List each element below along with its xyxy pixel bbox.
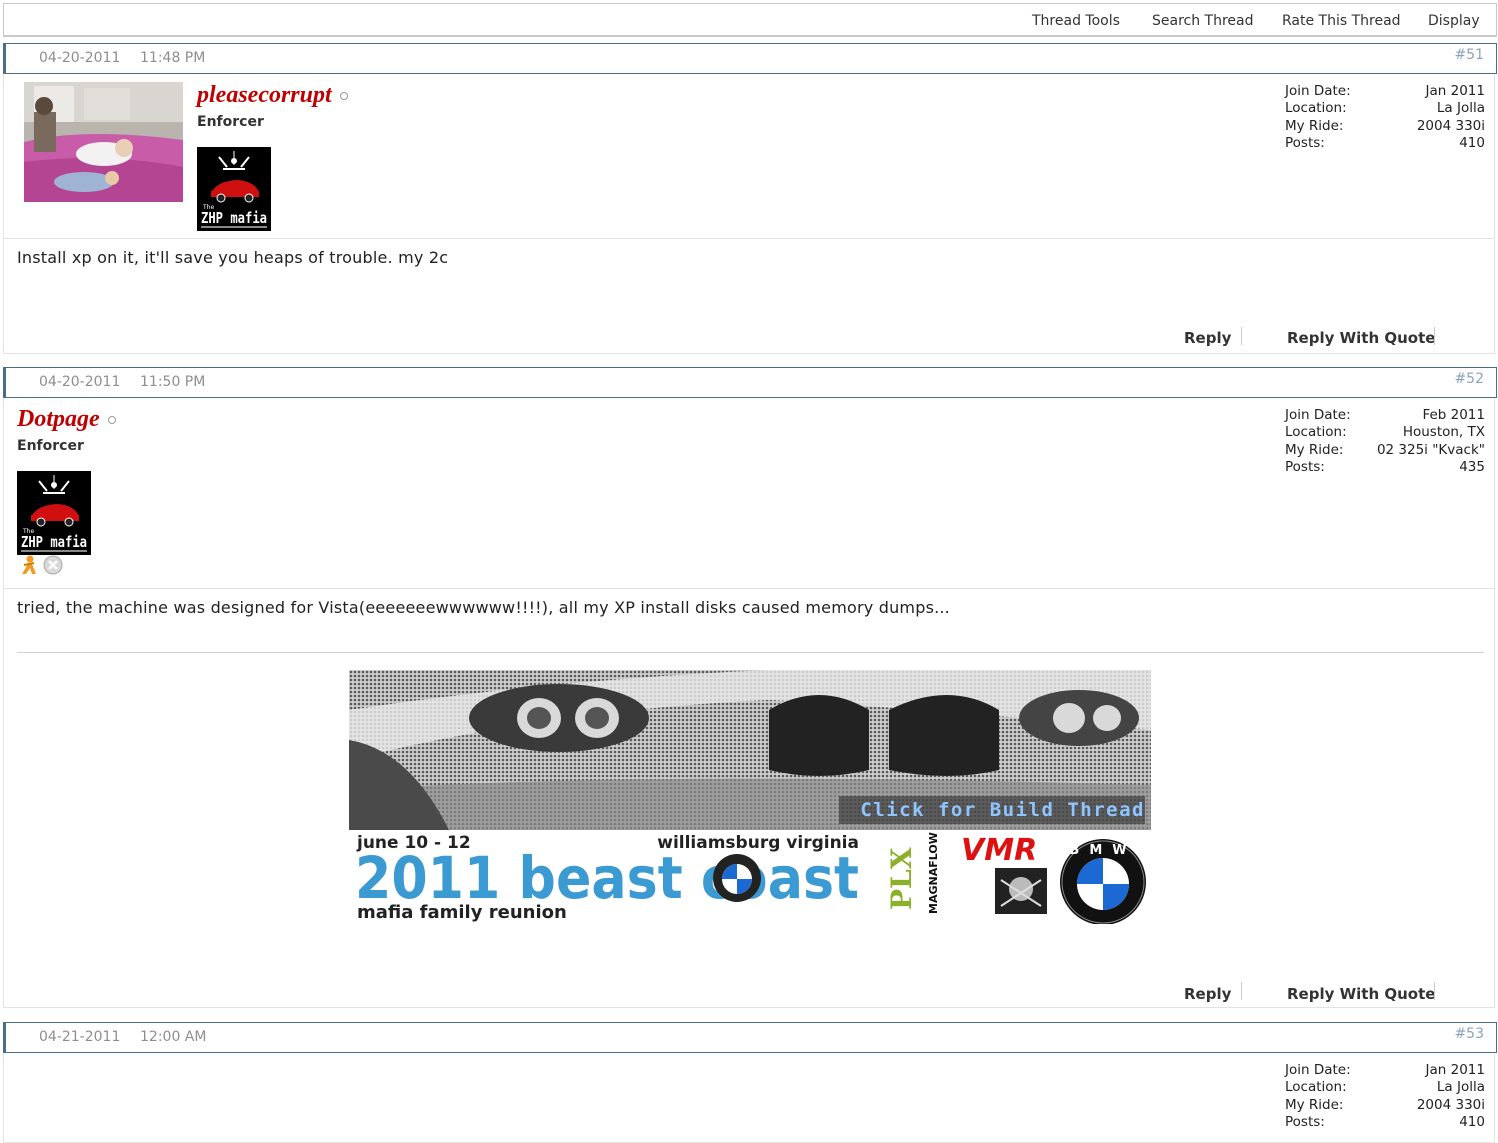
posts-value: 410 — [1459, 1113, 1485, 1130]
user-stats: Join Date: Feb 2011 Location: Houston, TX … — [1285, 407, 1485, 476]
mafia-logo-text: ZHP mafia — [21, 533, 87, 551]
posts-value: 410 — [1459, 134, 1485, 151]
user-stats: Join Date: Jan 2011 Location: La Jolla My … — [1285, 1062, 1485, 1131]
join-date-label: Join Date: — [1285, 407, 1351, 423]
post-header: 04-20-2011 11:48 PM #51 — [3, 43, 1497, 74]
zhp-mafia-badge: The ZHP mafia — [17, 471, 91, 555]
skype-offline-icon[interactable] — [42, 555, 64, 579]
post-53: 04-21-2011 12:00 AM #53 Join Date: Jan 20… — [3, 1022, 1497, 1143]
username-link[interactable]: pleasecorrupt — [197, 82, 348, 109]
location-value: La Jolla — [1436, 100, 1485, 117]
plx-logo-text: PLX — [885, 847, 918, 910]
location-value: Houston, TX — [1402, 424, 1485, 441]
action-separator — [1241, 327, 1242, 345]
thread-tools-menu[interactable]: Thread Tools — [1032, 13, 1120, 29]
posts-label: Posts: — [1285, 1113, 1325, 1130]
ride-value: 02 325i "Kvack" — [1376, 441, 1485, 458]
reply-with-quote-button[interactable]: Reply With Quote — [1287, 329, 1435, 347]
user-info: pleasecorrupt Enforcer The ZHP mafia Joi… — [3, 74, 1495, 239]
post-51: 04-20-2011 11:48 PM #51 pleasecorrupt En… — [3, 43, 1497, 354]
post-date: 04-20-2011 — [39, 50, 121, 66]
user-title: Enforcer — [197, 114, 264, 130]
signature-divider — [17, 652, 1484, 653]
mafia-logo-text: ZHP mafia — [201, 209, 267, 227]
post-body: tried, the machine was designed for Vist… — [3, 588, 1495, 1008]
ride-value: 2004 330i — [1416, 117, 1485, 134]
join-date-value: Feb 2011 — [1422, 407, 1485, 423]
zhp-mafia-badge: The ZHP mafia — [197, 147, 271, 231]
display-menu[interactable]: Display — [1428, 13, 1480, 29]
vmr-logo-text: VMR — [961, 833, 1037, 868]
post-time: 11:48 PM — [140, 50, 206, 66]
post-number-link[interactable]: #53 — [1454, 1026, 1484, 1042]
thread-toolbar: Thread Tools Search Thread Rate This Thr… — [3, 3, 1497, 37]
location-label: Location: — [1285, 1079, 1347, 1096]
posts-value: 435 — [1459, 458, 1485, 475]
post-number-link[interactable]: #52 — [1454, 371, 1484, 387]
ride-label: My Ride: — [1285, 117, 1344, 134]
reply-with-quote-button[interactable]: Reply With Quote — [1287, 985, 1435, 1003]
signature-banner-link[interactable]: Click for Build Thread june 10 - 12 will… — [349, 670, 1151, 925]
ride-value: 2004 330i — [1416, 1096, 1485, 1113]
username-text: Dotpage — [17, 406, 100, 432]
user-info: Dotpage Enforcer The ZHP mafia Join Date… — [3, 398, 1495, 589]
action-separator — [1434, 982, 1435, 1000]
post-body: Install xp on it, it'll save you heaps o… — [3, 238, 1495, 354]
post-message: tried, the machine was designed for Vist… — [17, 598, 950, 617]
post-message: Install xp on it, it'll save you heaps o… — [17, 248, 449, 267]
location-value: La Jolla — [1436, 1079, 1485, 1096]
location-label: Location: — [1285, 100, 1347, 117]
username-link[interactable]: Dotpage — [17, 406, 116, 433]
user-title: Enforcer — [17, 438, 84, 454]
search-thread-menu[interactable]: Search Thread — [1152, 13, 1254, 29]
banner-subtitle: mafia family reunion — [357, 902, 567, 923]
post-52: 04-20-2011 11:50 PM #52 Dotpage Enforcer… — [3, 367, 1497, 1008]
post-date: 04-21-2011 — [39, 1029, 121, 1045]
post-number-link[interactable]: #51 — [1454, 47, 1484, 63]
aim-icon[interactable] — [18, 555, 40, 579]
post-time: 11:50 PM — [140, 374, 206, 390]
posts-label: Posts: — [1285, 134, 1325, 151]
user-avatar[interactable] — [24, 82, 183, 202]
join-date-value: Jan 2011 — [1425, 83, 1485, 99]
post-time: 12:00 AM — [140, 1029, 207, 1045]
join-date-label: Join Date: — [1285, 83, 1351, 99]
magnaflow-logo-text: MAGNAFLOW — [927, 832, 940, 914]
user-stats: Join Date: Jan 2011 Location: La Jolla My … — [1285, 83, 1485, 152]
rate-thread-menu[interactable]: Rate This Thread — [1282, 13, 1401, 29]
post-header: 04-20-2011 11:50 PM #52 — [3, 367, 1497, 398]
ride-label: My Ride: — [1285, 441, 1344, 458]
offline-status-icon — [107, 416, 116, 425]
post-date: 04-20-2011 — [39, 374, 121, 390]
reply-button[interactable]: Reply — [1184, 329, 1231, 347]
user-info: Join Date: Jan 2011 Location: La Jolla My … — [3, 1053, 1495, 1143]
ride-label: My Ride: — [1285, 1096, 1344, 1113]
username-text: pleasecorrupt — [197, 82, 332, 108]
posts-label: Posts: — [1285, 458, 1325, 475]
action-separator — [1241, 982, 1242, 1000]
join-date-label: Join Date: — [1285, 1062, 1351, 1078]
location-label: Location: — [1285, 424, 1347, 441]
action-separator — [1434, 327, 1435, 345]
reply-button[interactable]: Reply — [1184, 985, 1231, 1003]
post-header: 04-21-2011 12:00 AM #53 — [3, 1022, 1497, 1053]
bmw-roundel-text: BMW — [1069, 843, 1136, 858]
banner-cta-text: Click for Build Thread — [860, 799, 1145, 821]
join-date-value: Jan 2011 — [1425, 1062, 1485, 1078]
offline-status-icon — [339, 92, 348, 101]
